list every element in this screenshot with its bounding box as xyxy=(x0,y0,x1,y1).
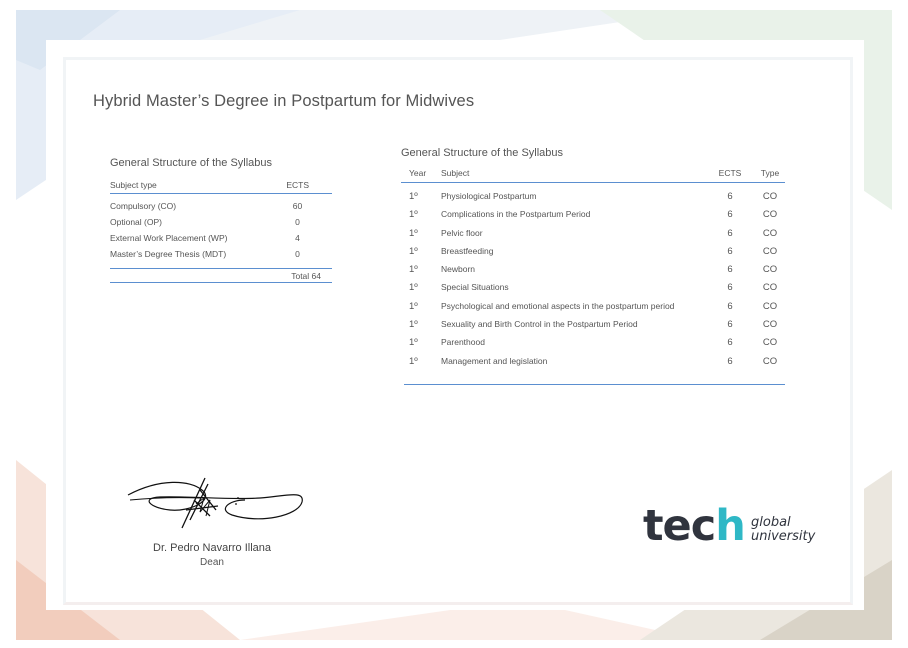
table-row: 1º Physiological Postpartum 6 CO xyxy=(401,187,785,205)
summary-row-label: Compulsory (CO) xyxy=(110,201,177,211)
row-year: 1º xyxy=(409,319,418,331)
summary-total: Total 64 xyxy=(110,268,332,283)
row-type: CO xyxy=(762,264,778,276)
table-row: 1º Breastfeeding 6 CO xyxy=(401,242,785,260)
syllabus-col-subject: Subject xyxy=(441,168,470,178)
logo-wordmark: tech xyxy=(643,501,746,551)
syllabus-body: 1º Physiological Postpartum 6 CO 1º Comp… xyxy=(401,183,785,370)
row-ects: 6 xyxy=(727,337,733,349)
summary-row-label: External Work Placement (WP) xyxy=(110,233,228,243)
row-subject: Newborn xyxy=(441,264,476,275)
row-year: 1º xyxy=(409,355,418,367)
logo-tagline: global university xyxy=(751,516,815,544)
table-row: 1º Parenthood 6 CO xyxy=(401,333,785,351)
row-ects: 6 xyxy=(727,209,733,221)
row-ects: 6 xyxy=(727,264,733,276)
row-subject: Breastfeeding xyxy=(441,245,494,256)
row-type: CO xyxy=(762,319,778,331)
row-subject: Sexuality and Birth Control in the Postp… xyxy=(441,319,638,330)
signature-image xyxy=(127,477,303,529)
syllabus-title: General Structure of the Syllabus xyxy=(401,147,564,159)
row-ects: 6 xyxy=(727,300,733,312)
summary-col-type: Subject type xyxy=(110,180,157,190)
syllabus-bottom-rule xyxy=(404,383,785,385)
table-row: 1º Pelvic floor 6 CO xyxy=(401,224,785,242)
row-subject: Pelvic floor xyxy=(441,227,483,238)
row-ects: 6 xyxy=(727,227,733,239)
summary-row-ects: 4 xyxy=(295,233,300,243)
logo-word: tec xyxy=(643,501,716,551)
logo-letter-h: h xyxy=(715,501,746,551)
summary-row-label: Master’s Degree Thesis (MDT) xyxy=(110,249,227,259)
row-ects: 6 xyxy=(727,245,733,257)
row-year: 1º xyxy=(409,227,418,239)
row-type: CO xyxy=(762,245,778,257)
row-subject: Special Situations xyxy=(441,282,509,293)
row-subject: Parenthood xyxy=(441,337,485,348)
row-type: CO xyxy=(762,209,778,221)
row-type: CO xyxy=(762,337,778,349)
document-title: Hybrid Master’s Degree in Postpartum for… xyxy=(93,92,475,110)
table-row: 1º Complications in the Postpartum Perio… xyxy=(401,205,785,223)
row-subject: Management and legislation xyxy=(441,355,548,366)
row-type: CO xyxy=(762,355,778,367)
row-ects: 6 xyxy=(727,355,733,367)
summary-header: Subject type ECTS xyxy=(110,180,332,194)
summary-row-ects: 0 xyxy=(295,217,300,227)
summary-row-ects: 0 xyxy=(295,249,300,259)
summary-row: External Work Placement (WP) 4 xyxy=(110,230,332,246)
table-row: 1º Sexuality and Birth Control in the Po… xyxy=(401,315,785,333)
syllabus-col-year: Year xyxy=(409,168,427,178)
row-ects: 6 xyxy=(727,319,733,331)
signatory-name: Dr. Pedro Navarro Illana xyxy=(153,542,271,554)
table-row: 1º Management and legislation 6 CO xyxy=(401,352,785,370)
logo-tagline-line1: global xyxy=(751,515,791,530)
syllabus-col-ects: ECTS xyxy=(718,168,742,178)
row-ects: 6 xyxy=(727,191,733,202)
row-year: 1º xyxy=(409,282,418,294)
row-subject: Physiological Postpartum xyxy=(441,191,537,201)
row-type: CO xyxy=(762,191,778,202)
syllabus-col-type: Type xyxy=(760,168,780,178)
row-type: CO xyxy=(762,300,778,312)
row-year: 1º xyxy=(409,245,418,257)
syllabus-header: Year Subject ECTS Type xyxy=(401,168,785,183)
signatory-role: Dean xyxy=(200,557,224,568)
summary-row: Compulsory (CO) 60 xyxy=(110,198,332,214)
row-subject: Complications in the Postpartum Period xyxy=(441,209,591,220)
table-row: 1º Special Situations 6 CO xyxy=(401,278,785,296)
table-row: 1º Psychological and emotional aspects i… xyxy=(401,297,785,315)
summary-row-ects: 60 xyxy=(292,201,303,211)
summary-title: General Structure of the Syllabus xyxy=(110,157,273,169)
row-year: 1º xyxy=(409,264,418,276)
logo-tagline-line2: university xyxy=(751,529,816,544)
table-row: 1º Newborn 6 CO xyxy=(401,260,785,278)
row-year: 1º xyxy=(409,300,418,312)
row-ects: 6 xyxy=(727,282,733,294)
tech-logo: tech global university xyxy=(643,503,818,553)
summary-row-label: Optional (OP) xyxy=(110,217,162,227)
summary-row: Optional (OP) 0 xyxy=(110,214,332,230)
syllabus-table: General Structure of the Syllabus Year S… xyxy=(401,147,785,385)
row-year: 1º xyxy=(409,337,418,349)
row-year: 1º xyxy=(409,191,418,202)
row-subject: Psychological and emotional aspects in t… xyxy=(441,300,675,311)
row-type: CO xyxy=(762,227,778,239)
summary-row: Master’s Degree Thesis (MDT) 0 xyxy=(110,246,332,262)
row-year: 1º xyxy=(409,209,418,221)
summary-col-ects: ECTS xyxy=(286,180,309,190)
summary-table: General Structure of the Syllabus Subjec… xyxy=(110,157,332,283)
row-type: CO xyxy=(762,282,778,294)
